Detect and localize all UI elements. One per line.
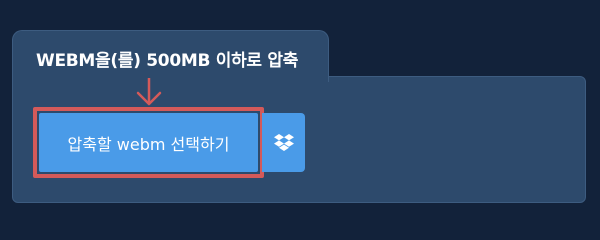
dropbox-button[interactable]: [262, 113, 305, 172]
arrow-down-icon: [136, 78, 162, 106]
tab-title: WEBM을(를) 500MB 이하로 압축: [36, 51, 299, 71]
select-file-button[interactable]: 압축할 webm 선택하기: [39, 113, 258, 172]
dropbox-icon: [273, 133, 294, 151]
tab-joint: [13, 74, 328, 80]
